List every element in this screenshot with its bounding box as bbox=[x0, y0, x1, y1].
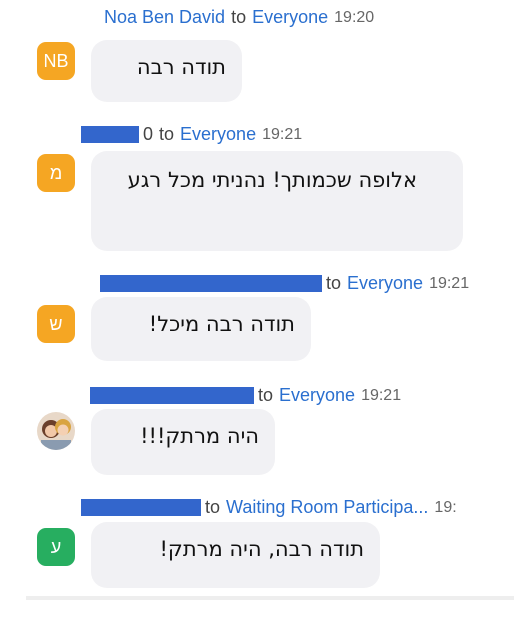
profile-photo-avatar[interactable] bbox=[37, 412, 75, 450]
timestamp: 19:20 bbox=[334, 8, 375, 26]
message-header: to Waiting Room Participa... 19: bbox=[81, 497, 457, 518]
sender-name-fragment: 0 bbox=[143, 124, 154, 144]
recipient-link[interactable]: Waiting Room Participa... bbox=[226, 497, 428, 518]
message-text: תודה רבה מיכל! bbox=[148, 312, 295, 336]
redacted-sender bbox=[90, 387, 254, 404]
timestamp: 19:21 bbox=[361, 386, 402, 404]
message-text: אלופה שכמותך! נהניתי מכל רגע bbox=[127, 168, 417, 192]
to-label: to bbox=[159, 124, 175, 144]
redacted-sender bbox=[100, 275, 322, 292]
message-bubble: תודה רבה, היה מרתק! bbox=[91, 522, 380, 588]
recipient-link[interactable]: Everyone bbox=[180, 124, 256, 145]
recipient-link[interactable]: Everyone bbox=[347, 273, 423, 294]
message-header: 0 to Everyone 19:21 bbox=[81, 124, 302, 145]
message-bubble: היה מרתק!!! bbox=[91, 409, 275, 475]
avatar-initials: NB bbox=[43, 50, 69, 71]
avatar[interactable]: ש bbox=[37, 305, 75, 343]
chat-divider bbox=[26, 596, 514, 600]
message-header: to Everyone 19:21 bbox=[90, 385, 401, 406]
avatar[interactable]: ע bbox=[37, 528, 75, 566]
message-bubble: תודה רבה bbox=[91, 40, 242, 102]
sender-name[interactable]: Noa Ben David bbox=[104, 7, 225, 28]
profile-photo-icon bbox=[37, 412, 75, 450]
avatar-initials: ע bbox=[50, 536, 62, 557]
message-header: Noa Ben David to Everyone 19:20 bbox=[104, 7, 374, 28]
message-bubble: אלופה שכמותך! נהניתי מכל רגע bbox=[91, 151, 463, 251]
message-text: תודה רבה, היה מרתק! bbox=[159, 537, 365, 561]
to-label: to bbox=[231, 7, 247, 27]
timestamp: 19:21 bbox=[429, 274, 470, 292]
recipient-link[interactable]: Everyone bbox=[279, 385, 355, 406]
redacted-sender bbox=[81, 126, 139, 143]
to-label: to bbox=[326, 273, 342, 293]
avatar-initials: מ bbox=[49, 162, 63, 183]
timestamp: 19:21 bbox=[262, 125, 303, 143]
message-bubble: תודה רבה מיכל! bbox=[91, 297, 311, 361]
timestamp: 19: bbox=[434, 498, 457, 516]
avatar[interactable]: מ bbox=[37, 154, 75, 192]
to-label: to bbox=[205, 497, 221, 517]
message-text: תודה רבה bbox=[136, 55, 226, 79]
redacted-sender bbox=[81, 499, 201, 516]
message-header: to Everyone 19:21 bbox=[100, 273, 469, 294]
to-label: to bbox=[258, 385, 274, 405]
avatar-initials: ש bbox=[49, 313, 63, 334]
avatar[interactable]: NB bbox=[37, 42, 75, 80]
message-text: היה מרתק!!! bbox=[140, 424, 259, 448]
recipient-link[interactable]: Everyone bbox=[252, 7, 328, 28]
